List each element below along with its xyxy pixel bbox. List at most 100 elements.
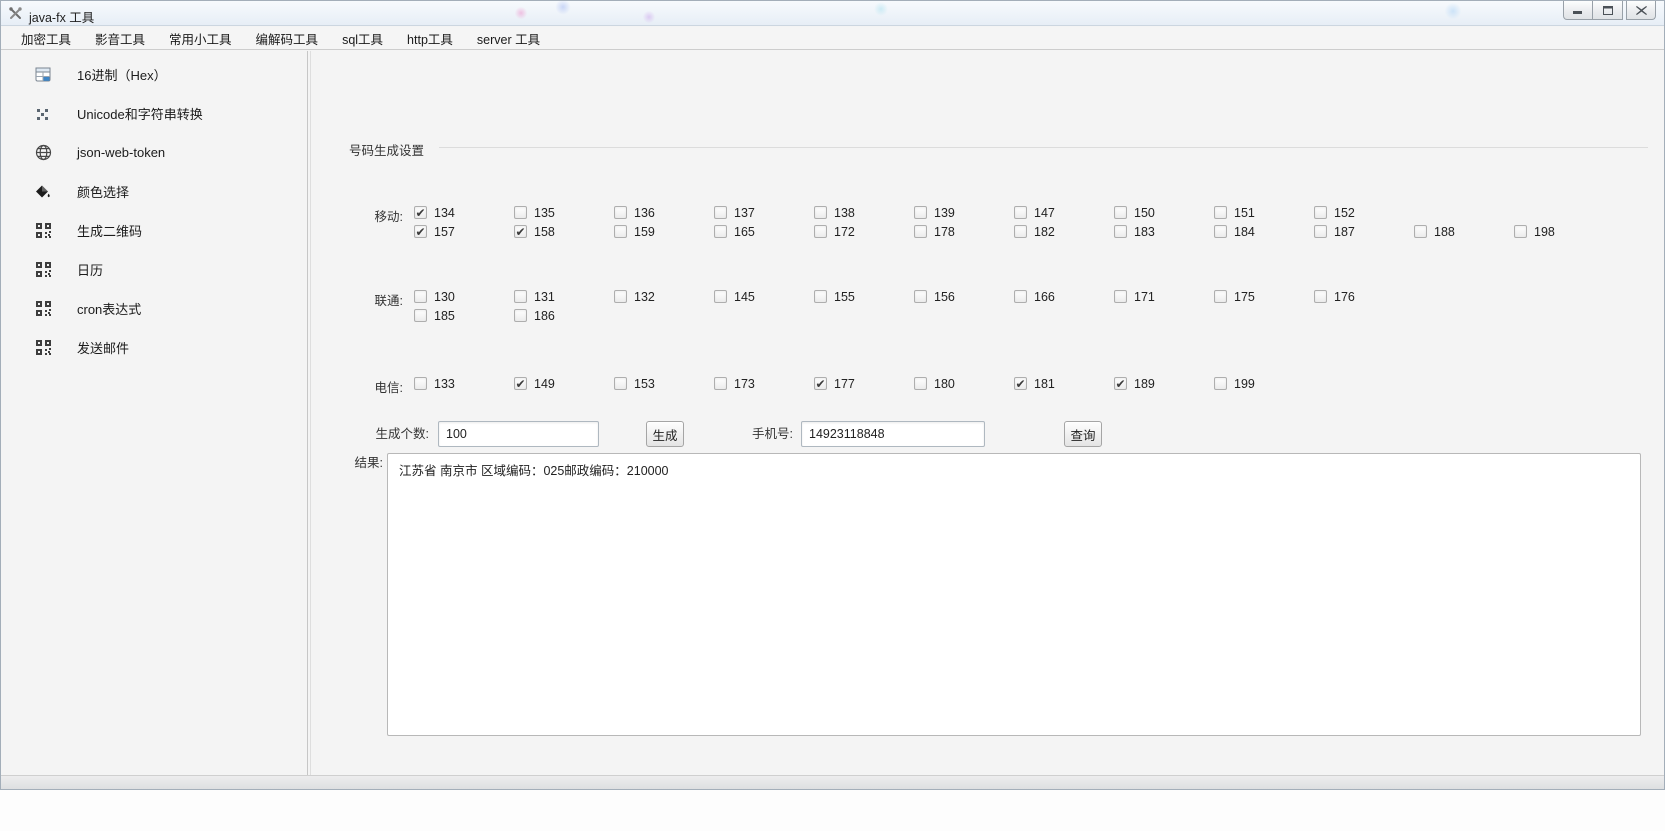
checkbox-box[interactable] (1214, 377, 1227, 390)
checkbox-box[interactable] (1514, 225, 1527, 238)
checkbox-box[interactable] (514, 206, 527, 219)
prefix-checkbox-135[interactable]: 135 (514, 206, 614, 220)
prefix-checkbox-133[interactable]: 133 (414, 377, 514, 391)
checkbox-box[interactable]: ✔ (1014, 377, 1027, 390)
checkbox-box[interactable] (1014, 206, 1027, 219)
prefix-checkbox-139[interactable]: 139 (914, 206, 1014, 220)
checkbox-box[interactable] (714, 206, 727, 219)
sidebar-item-mail[interactable]: 发送邮件 (1, 328, 307, 367)
checkbox-box[interactable] (1314, 206, 1327, 219)
prefix-checkbox-199[interactable]: 199 (1214, 377, 1314, 391)
checkbox-box[interactable] (814, 290, 827, 303)
prefix-checkbox-180[interactable]: 180 (914, 377, 1014, 391)
checkbox-box[interactable] (614, 290, 627, 303)
checkbox-box[interactable]: ✔ (814, 377, 827, 390)
sidebar-item-color[interactable]: 颜色选择 (1, 172, 307, 211)
menu-item[interactable]: sql工具 (330, 26, 395, 51)
prefix-checkbox-173[interactable]: 173 (714, 377, 814, 391)
prefix-checkbox-159[interactable]: 159 (614, 225, 714, 239)
checkbox-box[interactable]: ✔ (414, 206, 427, 219)
sidebar-item-jwt[interactable]: json-web-token (1, 133, 307, 172)
sidebar-item-hex[interactable]: 16进制（Hex） (1, 55, 307, 94)
close-button[interactable] (1626, 1, 1656, 20)
minimize-button[interactable] (1563, 1, 1593, 20)
maximize-button[interactable] (1593, 1, 1623, 20)
sidebar-item-unicode[interactable]: Unicode和字符串转换 (1, 94, 307, 133)
checkbox-box[interactable] (614, 377, 627, 390)
checkbox-box[interactable] (914, 206, 927, 219)
checkbox-box[interactable] (1414, 225, 1427, 238)
prefix-checkbox-181[interactable]: ✔181 (1014, 377, 1114, 391)
prefix-checkbox-178[interactable]: 178 (914, 225, 1014, 239)
menu-item[interactable]: 加密工具 (9, 26, 83, 51)
checkbox-box[interactable]: ✔ (1114, 377, 1127, 390)
phone-number-input[interactable] (801, 421, 985, 447)
prefix-checkbox-189[interactable]: ✔189 (1114, 377, 1214, 391)
menu-item[interactable]: http工具 (395, 26, 465, 51)
prefix-checkbox-136[interactable]: 136 (614, 206, 714, 220)
prefix-checkbox-138[interactable]: 138 (814, 206, 914, 220)
checkbox-box[interactable] (614, 206, 627, 219)
checkbox-box[interactable] (914, 377, 927, 390)
checkbox-box[interactable] (514, 290, 527, 303)
checkbox-box[interactable] (414, 377, 427, 390)
prefix-checkbox-158[interactable]: ✔158 (514, 225, 614, 239)
prefix-checkbox-149[interactable]: ✔149 (514, 377, 614, 391)
prefix-checkbox-131[interactable]: 131 (514, 290, 614, 304)
prefix-checkbox-166[interactable]: 166 (1014, 290, 1114, 304)
query-button[interactable]: 查询 (1064, 421, 1102, 447)
prefix-checkbox-165[interactable]: 165 (714, 225, 814, 239)
prefix-checkbox-152[interactable]: 152 (1314, 206, 1414, 220)
prefix-checkbox-185[interactable]: 185 (414, 309, 514, 323)
generate-count-input[interactable] (438, 421, 599, 447)
checkbox-box[interactable] (1214, 225, 1227, 238)
prefix-checkbox-153[interactable]: 153 (614, 377, 714, 391)
sidebar-item-cron[interactable]: cron表达式 (1, 289, 307, 328)
prefix-checkbox-184[interactable]: 184 (1214, 225, 1314, 239)
sidebar-item-calendar[interactable]: 日历 (1, 250, 307, 289)
checkbox-box[interactable] (814, 206, 827, 219)
checkbox-box[interactable] (714, 290, 727, 303)
checkbox-box[interactable] (1314, 290, 1327, 303)
checkbox-box[interactable] (714, 377, 727, 390)
prefix-checkbox-134[interactable]: ✔134 (414, 206, 514, 220)
prefix-checkbox-176[interactable]: 176 (1314, 290, 1414, 304)
prefix-checkbox-188[interactable]: 188 (1414, 225, 1514, 239)
prefix-checkbox-171[interactable]: 171 (1114, 290, 1214, 304)
checkbox-box[interactable]: ✔ (514, 377, 527, 390)
checkbox-box[interactable] (414, 309, 427, 322)
sidebar-item-qrcode[interactable]: 生成二维码 (1, 211, 307, 250)
checkbox-box[interactable] (1114, 225, 1127, 238)
prefix-checkbox-183[interactable]: 183 (1114, 225, 1214, 239)
prefix-checkbox-156[interactable]: 156 (914, 290, 1014, 304)
checkbox-box[interactable] (1214, 206, 1227, 219)
prefix-checkbox-198[interactable]: 198 (1514, 225, 1614, 239)
prefix-checkbox-151[interactable]: 151 (1214, 206, 1314, 220)
prefix-checkbox-186[interactable]: 186 (514, 309, 614, 323)
checkbox-box[interactable] (414, 290, 427, 303)
prefix-checkbox-157[interactable]: ✔157 (414, 225, 514, 239)
checkbox-box[interactable] (814, 225, 827, 238)
prefix-checkbox-187[interactable]: 187 (1314, 225, 1414, 239)
prefix-checkbox-182[interactable]: 182 (1014, 225, 1114, 239)
menu-item[interactable]: 影音工具 (83, 26, 157, 51)
prefix-checkbox-137[interactable]: 137 (714, 206, 814, 220)
checkbox-box[interactable] (514, 309, 527, 322)
menu-item[interactable]: server 工具 (465, 26, 552, 51)
menu-item[interactable]: 常用小工具 (157, 26, 244, 51)
checkbox-box[interactable]: ✔ (414, 225, 427, 238)
prefix-checkbox-150[interactable]: 150 (1114, 206, 1214, 220)
checkbox-box[interactable] (614, 225, 627, 238)
checkbox-box[interactable] (1314, 225, 1327, 238)
prefix-checkbox-132[interactable]: 132 (614, 290, 714, 304)
checkbox-box[interactable] (1114, 290, 1127, 303)
prefix-checkbox-147[interactable]: 147 (1014, 206, 1114, 220)
checkbox-box[interactable] (1114, 206, 1127, 219)
prefix-checkbox-145[interactable]: 145 (714, 290, 814, 304)
checkbox-box[interactable] (914, 225, 927, 238)
checkbox-box[interactable] (1014, 290, 1027, 303)
prefix-checkbox-155[interactable]: 155 (814, 290, 914, 304)
checkbox-box[interactable]: ✔ (514, 225, 527, 238)
prefix-checkbox-177[interactable]: ✔177 (814, 377, 914, 391)
checkbox-box[interactable] (1014, 225, 1027, 238)
